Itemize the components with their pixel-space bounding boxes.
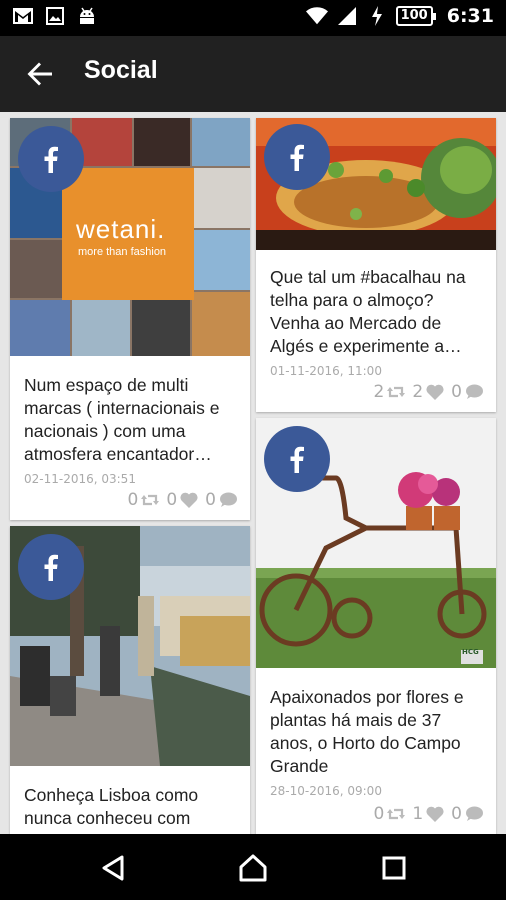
likes-count: 1 — [412, 804, 424, 824]
wifi-icon — [305, 6, 328, 26]
shares-count: 0 — [127, 490, 139, 510]
gmail-icon — [12, 6, 34, 26]
post-date: 02-11-2016, 03:51 — [24, 472, 136, 486]
nav-home-icon — [239, 854, 267, 882]
facebook-icon — [44, 554, 58, 581]
wetani-logo-text: wetani. — [76, 214, 166, 244]
facebook-badge — [18, 534, 84, 600]
gallery-icon — [44, 6, 66, 26]
post-text: Num espaço de multi marcas ( internacion… — [24, 375, 220, 464]
nav-recents-icon — [382, 856, 406, 880]
horto-logo: HCG — [462, 648, 479, 656]
post-card[interactable]: HCG Apaixonados por flores e plantas há … — [256, 418, 496, 834]
battery-indicator: 100 — [395, 6, 436, 26]
facebook-icon — [44, 146, 58, 173]
heart-icon — [426, 806, 444, 822]
charging-icon — [366, 6, 388, 26]
facebook-badge — [18, 126, 84, 192]
nav-back-icon — [102, 855, 124, 881]
facebook-badge — [264, 426, 330, 492]
retweet-icon — [387, 808, 406, 820]
comments-count: 0 — [451, 804, 462, 824]
post-stats: 0 1 0 — [374, 804, 484, 824]
heart-icon — [426, 384, 444, 400]
nav-home-button[interactable] — [233, 848, 273, 888]
clock: 6:31 — [446, 5, 494, 27]
app-bar: Social — [0, 36, 506, 112]
comments-count: 0 — [451, 382, 462, 402]
comment-icon — [466, 384, 483, 399]
nav-back-button[interactable] — [93, 848, 133, 888]
post-text: Conheça Lisboa como nunca conheceu com — [24, 785, 199, 828]
likes-count: 0 — [166, 490, 178, 510]
post-date: 01-11-2016, 11:00 — [270, 364, 382, 378]
signal-icon — [336, 6, 358, 26]
comment-icon — [466, 806, 483, 821]
android-icon — [76, 6, 98, 26]
back-button[interactable] — [20, 54, 60, 94]
arrow-back-icon — [27, 62, 52, 86]
comments-count: 0 — [205, 490, 216, 510]
social-feed[interactable]: wetani. more than fashion Num espaço de … — [0, 112, 506, 834]
post-text: Que tal um #bacalhau na telha para o alm… — [270, 267, 466, 356]
shares-count: 0 — [373, 804, 385, 824]
shares-count: 2 — [373, 382, 385, 402]
heart-icon — [180, 492, 198, 508]
comment-icon — [220, 492, 237, 507]
post-card[interactable]: wetani. more than fashion Num espaço de … — [10, 118, 250, 520]
status-bar: 100 6:31 — [0, 0, 506, 36]
post-stats: 2 2 0 — [374, 382, 484, 402]
facebook-badge — [264, 124, 330, 190]
wetani-logo-subtext: more than fashion — [78, 246, 167, 258]
facebook-icon — [290, 144, 304, 171]
post-card[interactable]: Conheça Lisboa como nunca conheceu com — [10, 526, 250, 834]
post-stats: 0 0 0 — [128, 490, 238, 510]
page-title: Social — [84, 56, 158, 84]
post-text: Apaixonados por flores e plantas há mais… — [270, 687, 464, 776]
navigation-bar — [0, 834, 506, 900]
likes-count: 2 — [412, 382, 424, 402]
facebook-icon — [290, 446, 304, 473]
retweet-icon — [387, 386, 406, 398]
nav-recents-button[interactable] — [374, 848, 414, 888]
post-date: 28-10-2016, 09:00 — [270, 784, 382, 798]
post-card[interactable]: Que tal um #bacalhau na telha para o alm… — [256, 118, 496, 412]
retweet-icon — [141, 494, 160, 506]
